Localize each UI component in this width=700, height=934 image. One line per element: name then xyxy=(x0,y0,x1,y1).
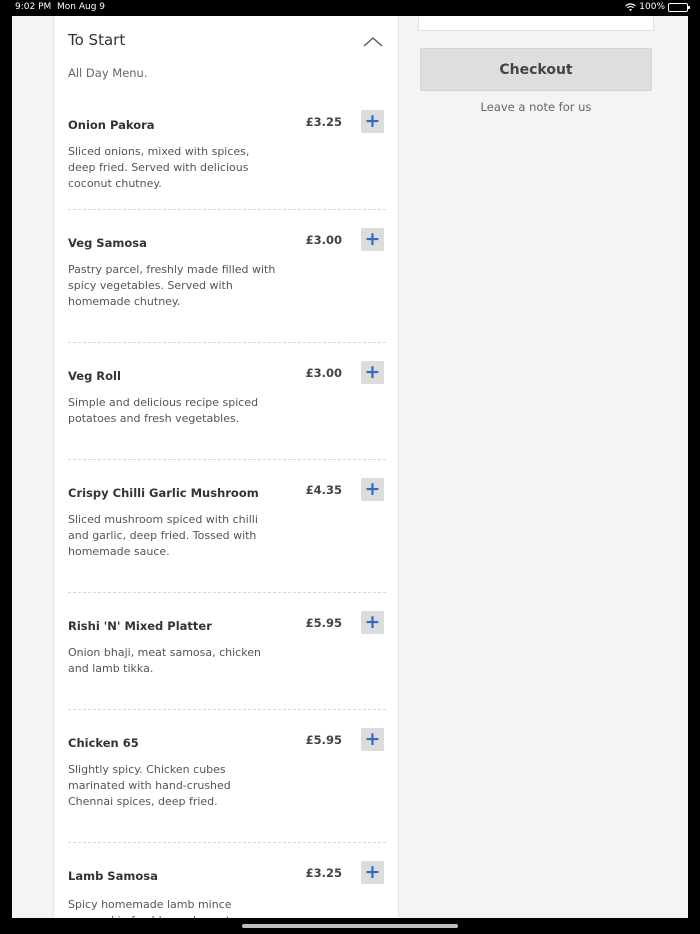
item-description: Spicy homemade lamb mince encased in fre… xyxy=(68,898,243,918)
status-bar: 9:02 PM Mon Aug 9 100% xyxy=(0,0,700,14)
item-name: Veg Roll xyxy=(68,369,121,383)
item-description: Simple and delicious recipe spiced potat… xyxy=(68,396,259,425)
item-price: £3.00 xyxy=(305,233,342,247)
item-name: Rishi 'N' Mixed Platter xyxy=(68,619,212,633)
item-price: £3.00 xyxy=(305,366,342,380)
add-button[interactable]: + xyxy=(361,478,384,501)
item-name: Chicken 65 xyxy=(68,736,139,750)
item-price: £4.35 xyxy=(305,483,342,497)
item-description: Pastry parcel, freshly made filled with … xyxy=(68,263,276,308)
status-time: 9:02 PM Mon Aug 9 xyxy=(15,2,105,12)
add-button[interactable]: + xyxy=(361,228,384,251)
add-button[interactable]: + xyxy=(361,861,384,884)
item-description: Sliced mushroom spiced with chilli and g… xyxy=(68,513,258,558)
menu-item: Veg Roll £3.00 + Simple and delicious re… xyxy=(68,343,386,460)
add-button[interactable]: + xyxy=(361,110,384,133)
item-description: Onion bhaji, meat samosa, chicken and la… xyxy=(68,646,261,675)
menu-item: Rishi 'N' Mixed Platter £5.95 + Onion bh… xyxy=(68,593,386,710)
item-name: Lamb Samosa xyxy=(68,869,158,883)
battery-icon xyxy=(668,2,690,12)
section-subtitle: All Day Menu. xyxy=(68,66,148,80)
app-screen: To Start All Day Menu. Onion Pakora £3.2… xyxy=(12,16,688,918)
menu-item: Crispy Chilli Garlic Mushroom £4.35 + Sl… xyxy=(68,460,386,593)
menu-item: Onion Pakora £3.25 + Sliced onions, mixe… xyxy=(68,96,386,210)
section-header[interactable]: To Start xyxy=(68,16,386,66)
item-name: Onion Pakora xyxy=(68,118,155,132)
cart-summary-box xyxy=(418,16,654,31)
leave-note-link[interactable]: Leave a note for us xyxy=(420,100,652,114)
battery-percent: 100% xyxy=(639,2,665,12)
wifi-icon xyxy=(625,3,637,11)
item-price: £5.95 xyxy=(305,616,342,630)
item-name: Crispy Chilli Garlic Mushroom xyxy=(68,486,259,500)
item-description: Sliced onions, mixed with spices, deep f… xyxy=(68,145,250,190)
add-button[interactable]: + xyxy=(361,361,384,384)
menu-card[interactable]: To Start All Day Menu. Onion Pakora £3.2… xyxy=(53,16,399,918)
item-description: Slightly spicy. Chicken cubes marinated … xyxy=(68,763,231,808)
item-name: Veg Samosa xyxy=(68,236,147,250)
item-price: £3.25 xyxy=(305,866,342,880)
checkout-button[interactable]: Checkout xyxy=(420,48,652,91)
section-title: To Start xyxy=(68,31,126,49)
menu-list: To Start All Day Menu. Onion Pakora £3.2… xyxy=(68,16,386,918)
add-button[interactable]: + xyxy=(361,611,384,634)
item-price: £3.25 xyxy=(305,115,342,129)
item-price: £5.95 xyxy=(305,733,342,747)
add-button[interactable]: + xyxy=(361,728,384,751)
menu-item: Lamb Samosa £3.25 + Spicy homemade lamb … xyxy=(68,843,386,918)
status-right: 100% xyxy=(625,2,690,12)
home-indicator[interactable] xyxy=(242,924,458,928)
menu-item: Chicken 65 £5.95 + Slightly spicy. Chick… xyxy=(68,710,386,843)
chevron-up-icon[interactable] xyxy=(362,34,384,48)
menu-item: Veg Samosa £3.00 + Pastry parcel, freshl… xyxy=(68,210,386,343)
